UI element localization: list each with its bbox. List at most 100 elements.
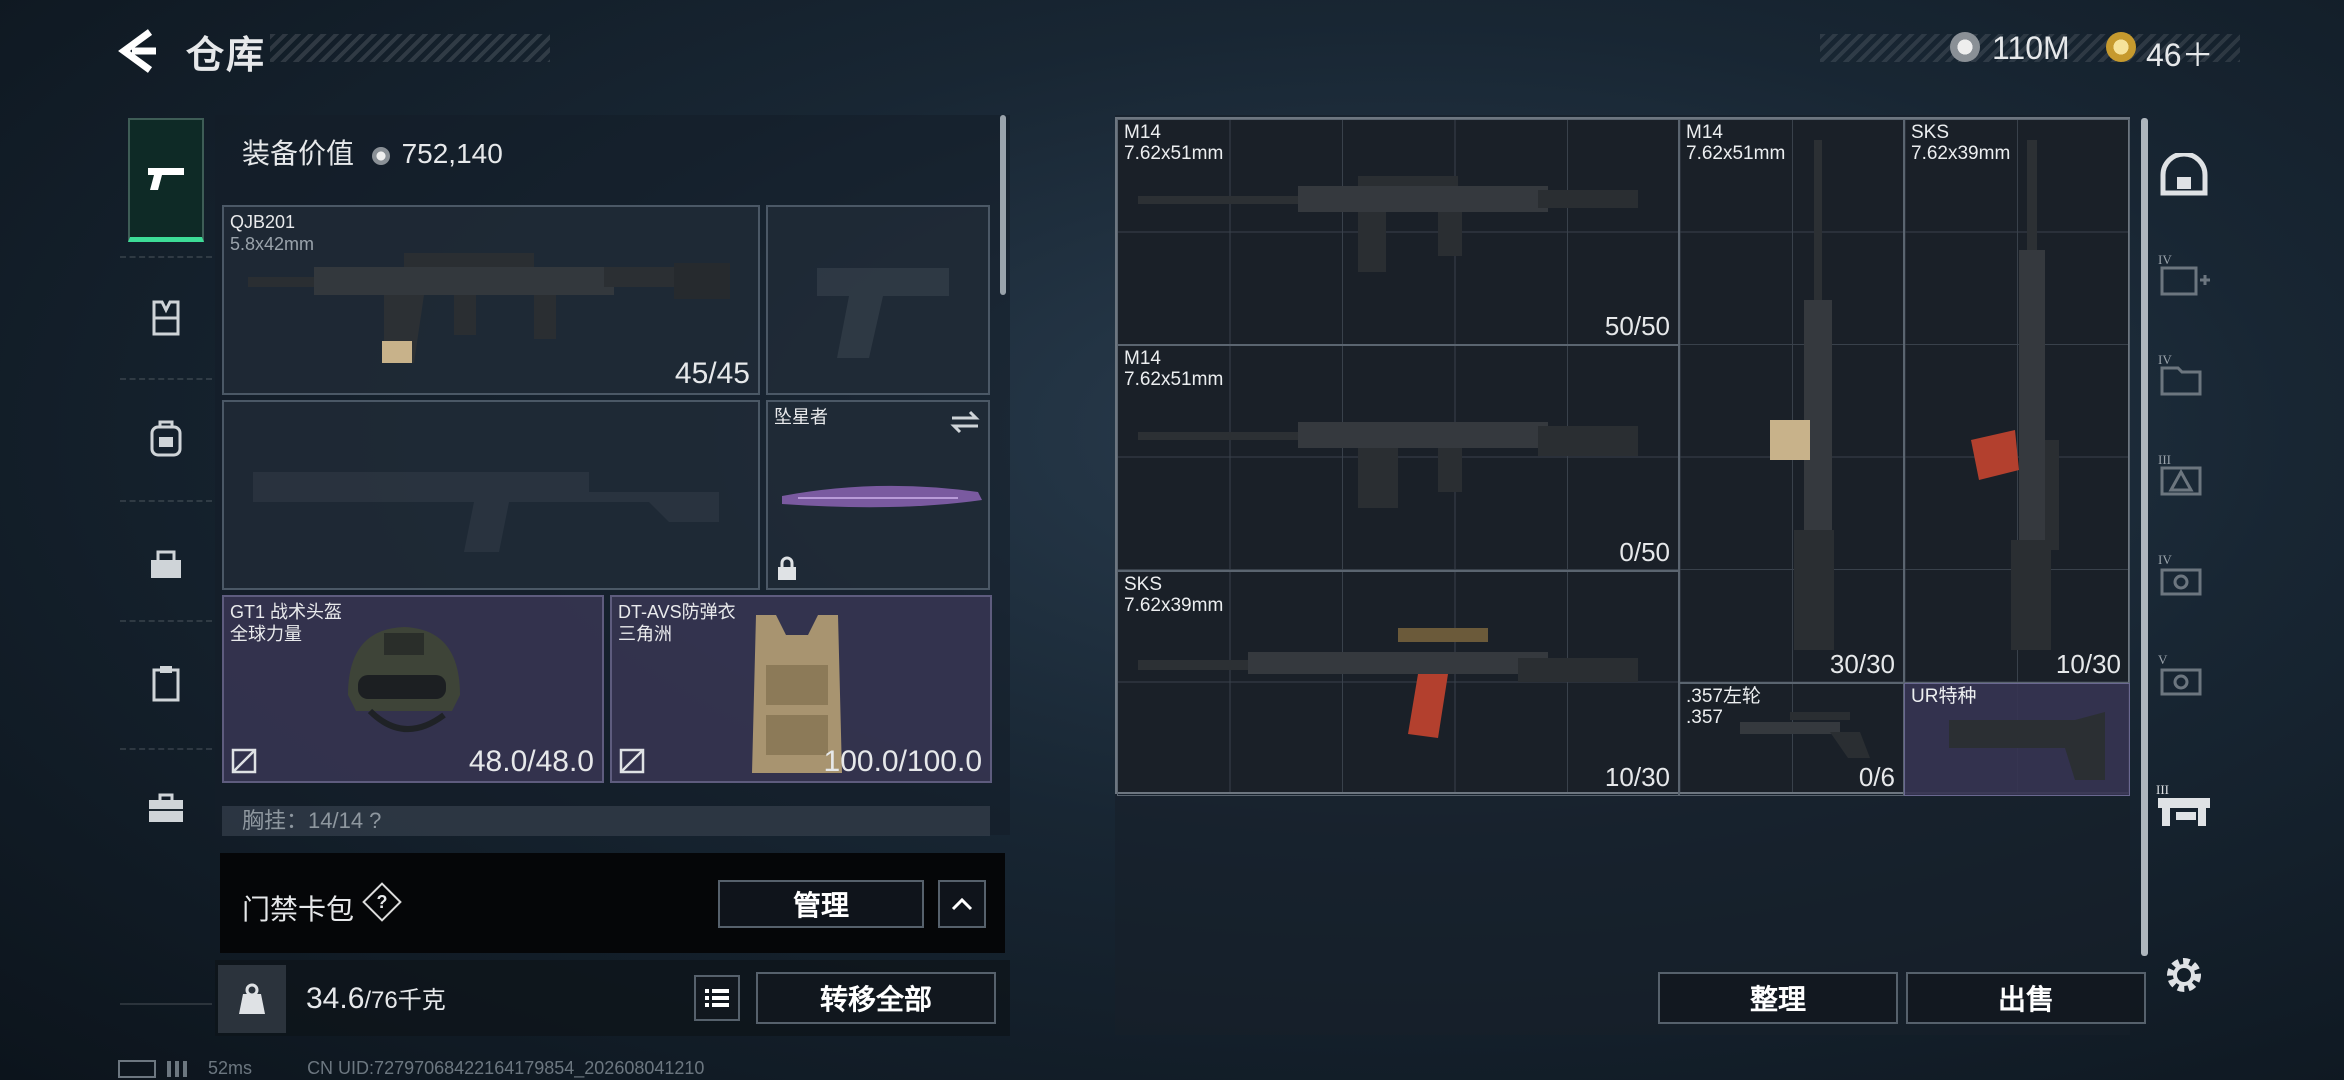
gear-icon — [2167, 958, 2201, 992]
no-repair-icon — [619, 748, 645, 774]
gear-box-icon: V — [2158, 652, 2202, 696]
svg-text:IV: IV — [2158, 352, 2172, 367]
tab-storage-iii-b[interactable]: III — [2145, 755, 2223, 855]
bag-icon — [151, 550, 181, 578]
help-mark: ? — [376, 892, 388, 912]
nav-weapons[interactable] — [128, 118, 204, 242]
helmet-brand: 全球力量 — [230, 624, 302, 644]
ping-value: 52ms — [208, 1058, 253, 1078]
collapse-button[interactable] — [938, 880, 986, 928]
briefcase-icon — [149, 793, 183, 822]
lock-icon — [778, 556, 796, 580]
nav-vest[interactable] — [128, 278, 204, 358]
rifle-image-vertical — [1971, 140, 2059, 650]
weapon-ammo-count: 45/45 — [674, 357, 750, 390]
revolver-image — [1740, 712, 1870, 758]
pistol-placeholder-icon — [817, 268, 949, 358]
carry-weight: 34.6/76千克 — [306, 980, 446, 1016]
sidearm-slot[interactable] — [766, 205, 990, 395]
weight-icon — [218, 965, 286, 1033]
nav-clipboard[interactable] — [128, 638, 204, 728]
armor-brand: 三角洲 — [618, 624, 672, 644]
rifle-placeholder-icon — [253, 472, 719, 552]
swap-icon[interactable] — [950, 410, 980, 434]
gold-coin-icon — [2106, 32, 2136, 62]
vest-icon — [152, 300, 180, 336]
item-count: 50/50 — [1604, 311, 1670, 341]
helmet-durability: 48.0/48.0 — [468, 745, 594, 778]
page-title: 仓库 — [186, 35, 267, 77]
gold-coin-amount[interactable]: 46＋ — [2146, 30, 2214, 76]
manage-button[interactable]: 管理 — [718, 880, 924, 928]
nav-bag[interactable] — [128, 518, 204, 608]
primary-weapon-slot[interactable]: QJB201 5.8x42mm 45/45 — [222, 205, 760, 395]
add-storage-icon: IV — [2158, 252, 2210, 296]
nav-briefcase[interactable] — [128, 763, 204, 853]
storage-item[interactable]: UR特种 — [1904, 683, 2130, 796]
equipment-value-label: 装备价值 — [242, 138, 355, 169]
uid-text: CN UID:7279706842216417985​4_20260804121… — [307, 1058, 705, 1078]
storage-item[interactable]: .357左轮 .357 0/6 — [1679, 683, 1904, 796]
stock-image — [1949, 712, 2105, 780]
storage-item[interactable]: M14 7.62x51mm 50/50 — [1117, 119, 1679, 345]
tab-all-storage[interactable] — [2145, 125, 2223, 225]
loadout-scrollbar[interactable] — [1000, 115, 1006, 295]
clipboard-icon — [152, 666, 180, 702]
back-arrow-icon[interactable] — [116, 28, 162, 74]
rifle-image — [1138, 628, 1638, 738]
folder-icon: IV — [2158, 352, 2202, 396]
silver-coin-icon — [371, 146, 390, 165]
armor-name: DT-AVS防弹衣 — [618, 602, 736, 622]
item-count: 10/30 — [2055, 649, 2121, 679]
nav-backpack[interactable] — [128, 393, 204, 483]
carry-weight-capacity: /76千克 — [364, 987, 446, 1014]
tab-storage-iv-a[interactable]: IV — [2145, 225, 2223, 325]
storage-item[interactable]: M14 7.62x51mm 0/50 — [1117, 345, 1679, 571]
sort-button[interactable]: 整理 — [1658, 972, 1898, 1024]
secondary-weapon-slot[interactable] — [222, 400, 760, 590]
list-icon — [705, 989, 729, 1007]
no-repair-icon — [231, 748, 257, 774]
tab-storage-iv-c[interactable]: IV — [2145, 525, 2223, 625]
storage-item[interactable]: SKS 7.62x39mm 10/30 — [1117, 571, 1679, 796]
tab-storage-iii-a[interactable]: III — [2145, 425, 2223, 525]
transfer-all-button[interactable]: 转移全部 — [756, 972, 996, 1024]
svg-text:IV: IV — [2158, 552, 2172, 567]
svg-text:III: III — [2156, 782, 2169, 797]
melee-slot[interactable]: 坠星者 — [766, 400, 990, 590]
svg-text:V: V — [2158, 652, 2168, 667]
keycard-box-label: 门禁卡包 — [242, 894, 355, 925]
item-count: 30/30 — [1829, 649, 1895, 679]
storage-grid: M14 7.62x51mm 50/50 M14 7.62x51mm 0/50 SKS… — [1115, 117, 2130, 796]
body-armor-slot[interactable]: DT-AVS防弹衣 三角洲 100.0/100.0 — [610, 595, 992, 783]
item-count: 10/30 — [1604, 762, 1670, 792]
chevron-up-icon — [951, 897, 973, 911]
helmet-slot[interactable]: GT1 战术头盔 全球力量 48.0/48.0 — [222, 595, 604, 783]
signal-icon — [167, 1061, 198, 1078]
item-count: 0/50 — [1619, 537, 1670, 567]
armor-durability: 100.0/100.0 — [823, 745, 982, 778]
storage-item[interactable]: M14 7.62x51mm 30/30 — [1679, 119, 1904, 683]
equipment-value: 装备价值 752,140 — [242, 132, 503, 172]
list-view-button[interactable] — [694, 975, 740, 1021]
safe-icon — [2160, 153, 2208, 196]
battery-icon — [118, 1060, 156, 1079]
knife-image — [782, 485, 982, 508]
tab-storage-iv-b[interactable]: IV — [2145, 325, 2223, 425]
equipment-value-amount: 752,140 — [401, 138, 503, 169]
backpack-icon — [150, 420, 182, 457]
storage-item[interactable]: SKS 7.62x39mm 10/30 — [1904, 119, 2130, 683]
equipment-nav — [120, 108, 212, 1008]
status-bar: 52ms CN UID:7279706842216417985​4_202608… — [118, 1058, 704, 1079]
rifle-image — [1138, 422, 1638, 508]
carry-weight-value: 34.6 — [306, 982, 365, 1015]
item-ammo: 7.62x51mm — [1124, 369, 1224, 390]
chest-rig-row[interactable]: 胸挂：14/14 ? — [222, 806, 990, 836]
settings-button[interactable] — [2145, 925, 2223, 1025]
rifle-image-vertical — [1770, 140, 1834, 650]
sell-button[interactable]: 出售 — [1906, 972, 2146, 1024]
storage-tabs: IV IV III IV V III — [2145, 115, 2223, 1035]
tab-storage-v[interactable]: V — [2145, 625, 2223, 725]
item-name: M14 — [1124, 122, 1161, 143]
svg-text:IV: IV — [2158, 252, 2172, 267]
